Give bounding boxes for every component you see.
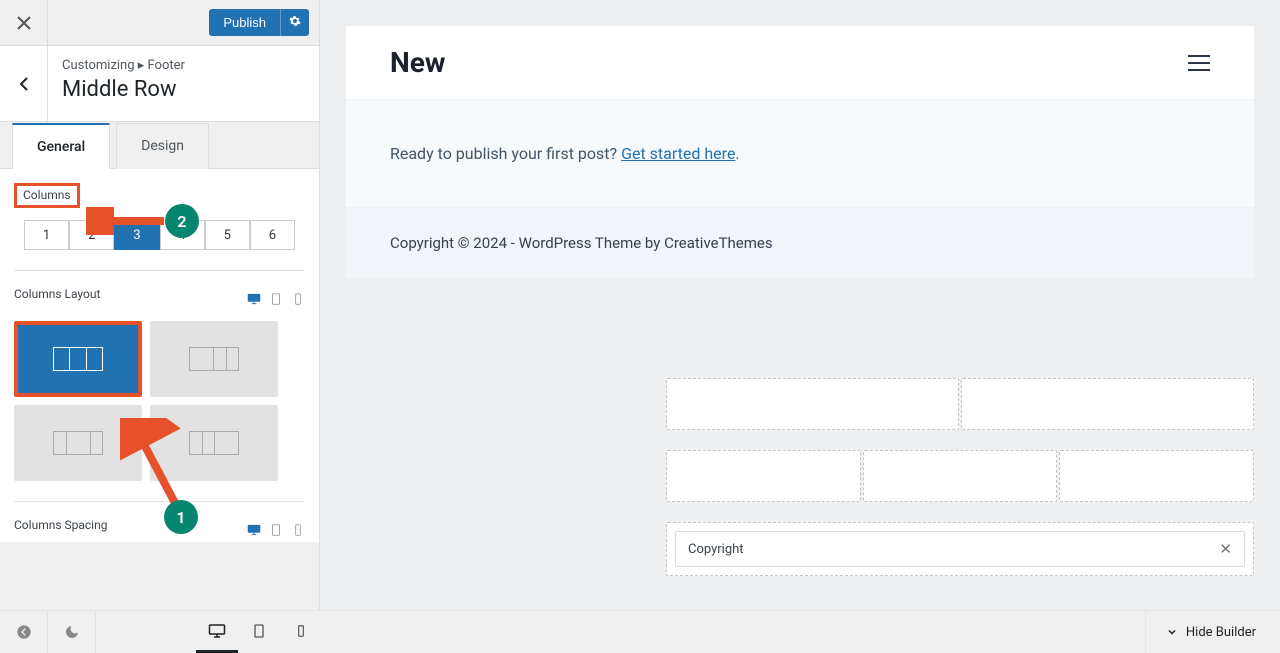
- builder-cell[interactable]: [1059, 450, 1254, 502]
- spacing-device-icons: [247, 523, 305, 537]
- divider: [14, 270, 305, 271]
- site-footer: Copyright © 2024 - WordPress Theme by Cr…: [346, 208, 1254, 278]
- device-switcher: [196, 611, 322, 653]
- back-button[interactable]: [0, 46, 48, 121]
- col-choice-6[interactable]: 6: [250, 220, 295, 250]
- copyright-block[interactable]: Copyright ✕: [675, 531, 1245, 567]
- remove-copyright-button[interactable]: ✕: [1219, 540, 1232, 558]
- device-mobile-icon[interactable]: [291, 292, 305, 306]
- builder-cell[interactable]: [863, 450, 1058, 502]
- spacing-label-row: Columns Spacing: [14, 518, 305, 542]
- footer-builder: Copyright ✕: [666, 378, 1254, 576]
- tab-general[interactable]: General: [12, 123, 110, 169]
- publish-group: Publish: [209, 9, 309, 36]
- chevron-left-circle-icon: [16, 624, 32, 640]
- annotation-badge-2: 2: [165, 204, 199, 238]
- chevron-left-icon: [19, 76, 29, 92]
- layout-wide-left[interactable]: [150, 321, 278, 397]
- chevron-down-icon: [1166, 626, 1178, 638]
- hamburger-icon: [1188, 55, 1210, 57]
- close-customizer-button[interactable]: [0, 0, 48, 46]
- moon-icon: [64, 624, 80, 640]
- breadcrumb-row: Customizing ▸ Footer Middle Row: [0, 46, 319, 122]
- breadcrumb-path: Customizing ▸ Footer: [62, 58, 185, 73]
- get-started-link[interactable]: Get started here: [621, 144, 735, 163]
- close-icon: [17, 16, 31, 30]
- site-body: Ready to publish your first post? Get st…: [346, 99, 1254, 208]
- customizer-sidebar: Publish Customizing ▸ Footer Middle Row …: [0, 0, 320, 610]
- preview-area: New Ready to publish your first post? Ge…: [320, 0, 1280, 610]
- site-title: New: [390, 46, 445, 79]
- layout-label-row: Columns Layout: [14, 287, 305, 311]
- builder-top-row: [666, 378, 1254, 430]
- copyright-label: Copyright: [688, 542, 744, 557]
- toolbar-left: [0, 611, 96, 653]
- publish-settings-button[interactable]: [280, 9, 309, 36]
- builder-cell[interactable]: [666, 450, 861, 502]
- sidebar-top-bar: Publish: [0, 0, 319, 46]
- builder-middle-row: [666, 450, 1254, 502]
- annotation-arrow-2: [86, 207, 171, 235]
- layout-equal-3[interactable]: [14, 321, 142, 397]
- annotation-arrow-1: [120, 418, 200, 513]
- device-mobile-button[interactable]: [280, 611, 322, 653]
- site-header: New: [346, 26, 1254, 99]
- desktop-icon: [208, 622, 226, 640]
- annotation-badge-1: 1: [164, 500, 198, 534]
- device-mobile-icon[interactable]: [291, 523, 305, 537]
- col-choice-5[interactable]: 5: [205, 220, 250, 250]
- publish-button[interactable]: Publish: [209, 9, 280, 36]
- breadcrumb-title: Middle Row: [62, 77, 185, 102]
- device-tablet-button[interactable]: [238, 611, 280, 653]
- device-desktop-icon[interactable]: [247, 523, 261, 537]
- device-desktop-button[interactable]: [196, 611, 238, 653]
- body-text: Ready to publish your first post?: [390, 144, 621, 163]
- collapse-button[interactable]: [0, 611, 48, 653]
- spacing-label: Columns Spacing: [14, 518, 107, 532]
- preview-frame: New Ready to publish your first post? Ge…: [346, 26, 1254, 278]
- hide-builder-label: Hide Builder: [1186, 625, 1256, 640]
- dark-mode-button[interactable]: [48, 611, 96, 653]
- hide-builder-button[interactable]: Hide Builder: [1145, 611, 1280, 653]
- tablet-icon: [251, 623, 267, 639]
- device-tablet-icon[interactable]: [269, 292, 283, 306]
- builder-bottom-row: Copyright ✕: [666, 522, 1254, 576]
- device-desktop-icon[interactable]: [247, 292, 261, 306]
- builder-cell[interactable]: [961, 378, 1254, 430]
- settings-tabs: General Design: [0, 122, 319, 169]
- columns-label: Columns: [14, 183, 80, 208]
- col-choice-1[interactable]: 1: [24, 220, 69, 250]
- mobile-icon: [294, 624, 308, 638]
- breadcrumb-content: Customizing ▸ Footer Middle Row: [48, 46, 199, 121]
- tab-design[interactable]: Design: [116, 123, 209, 169]
- device-tablet-icon[interactable]: [269, 523, 283, 537]
- layout-label: Columns Layout: [14, 287, 100, 301]
- layout-device-icons: [247, 292, 305, 306]
- gear-icon: [289, 15, 301, 27]
- menu-toggle[interactable]: [1188, 55, 1210, 71]
- bottom-toolbar: Hide Builder: [0, 610, 1280, 653]
- builder-cell[interactable]: [666, 378, 959, 430]
